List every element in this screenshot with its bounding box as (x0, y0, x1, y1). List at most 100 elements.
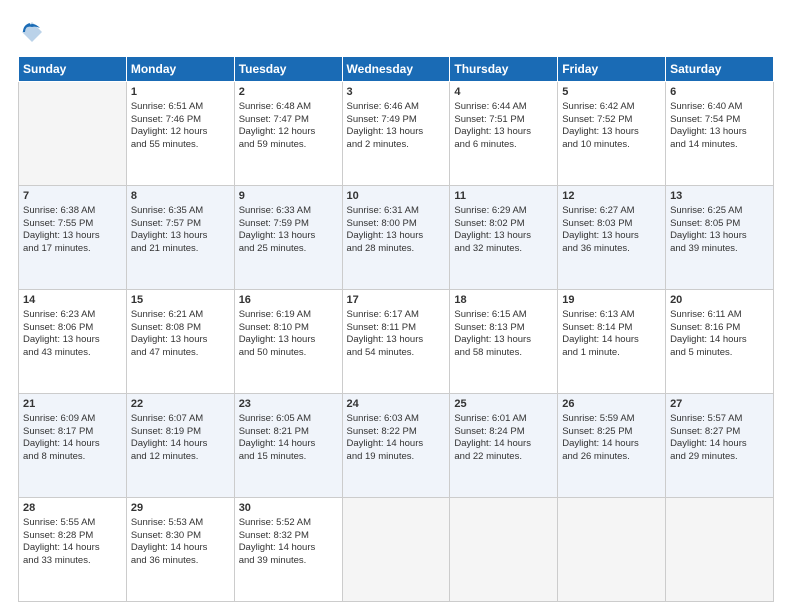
day-info-line: Daylight: 13 hours (670, 230, 769, 243)
day-info-line: Daylight: 13 hours (347, 126, 446, 139)
day-info-line: and 55 minutes. (131, 139, 230, 152)
day-info-line: Sunset: 8:24 PM (454, 426, 553, 439)
day-number: 16 (239, 293, 338, 308)
calendar-cell: 7Sunrise: 6:38 AMSunset: 7:55 PMDaylight… (19, 186, 127, 290)
day-info-line: Daylight: 14 hours (670, 438, 769, 451)
day-info-line: Daylight: 14 hours (670, 334, 769, 347)
day-number: 4 (454, 85, 553, 100)
day-number: 28 (23, 501, 122, 516)
calendar-header-saturday: Saturday (666, 57, 774, 82)
day-info-line: Sunset: 8:14 PM (562, 322, 661, 335)
day-info-line: Sunrise: 6:17 AM (347, 309, 446, 322)
calendar-cell: 5Sunrise: 6:42 AMSunset: 7:52 PMDaylight… (558, 82, 666, 186)
day-info-line: Sunset: 8:28 PM (23, 530, 122, 543)
day-info-line: Sunrise: 6:15 AM (454, 309, 553, 322)
day-info-line: and 39 minutes. (239, 555, 338, 568)
calendar-cell: 26Sunrise: 5:59 AMSunset: 8:25 PMDayligh… (558, 394, 666, 498)
day-info-line: Sunrise: 6:13 AM (562, 309, 661, 322)
calendar-cell: 15Sunrise: 6:21 AMSunset: 8:08 PMDayligh… (126, 290, 234, 394)
calendar-cell: 24Sunrise: 6:03 AMSunset: 8:22 PMDayligh… (342, 394, 450, 498)
day-info-line: Sunset: 7:59 PM (239, 218, 338, 231)
day-info-line: Sunrise: 6:51 AM (131, 101, 230, 114)
day-info-line: Sunrise: 6:27 AM (562, 205, 661, 218)
day-info-line: Sunrise: 5:53 AM (131, 517, 230, 530)
day-info-line: and 22 minutes. (454, 451, 553, 464)
day-number: 23 (239, 397, 338, 412)
day-info-line: Daylight: 14 hours (131, 542, 230, 555)
day-info-line: Sunrise: 6:40 AM (670, 101, 769, 114)
day-info-line: Sunset: 8:25 PM (562, 426, 661, 439)
calendar-cell (558, 498, 666, 602)
day-info-line: and 39 minutes. (670, 243, 769, 256)
day-number: 1 (131, 85, 230, 100)
day-number: 11 (454, 189, 553, 204)
day-info-line: Sunrise: 6:03 AM (347, 413, 446, 426)
calendar-cell: 22Sunrise: 6:07 AMSunset: 8:19 PMDayligh… (126, 394, 234, 498)
day-info-line: Sunset: 8:16 PM (670, 322, 769, 335)
day-info-line: Daylight: 13 hours (562, 126, 661, 139)
day-number: 27 (670, 397, 769, 412)
day-info-line: Daylight: 13 hours (239, 230, 338, 243)
day-info-line: and 12 minutes. (131, 451, 230, 464)
logo-icon (18, 18, 46, 46)
day-number: 14 (23, 293, 122, 308)
day-info-line: Sunrise: 6:46 AM (347, 101, 446, 114)
day-info-line: Sunrise: 6:25 AM (670, 205, 769, 218)
day-info-line: Sunrise: 5:59 AM (562, 413, 661, 426)
day-info-line: and 58 minutes. (454, 347, 553, 360)
day-info-line: and 32 minutes. (454, 243, 553, 256)
day-info-line: Sunset: 8:32 PM (239, 530, 338, 543)
day-number: 2 (239, 85, 338, 100)
calendar-cell: 3Sunrise: 6:46 AMSunset: 7:49 PMDaylight… (342, 82, 450, 186)
day-info-line: Sunrise: 6:21 AM (131, 309, 230, 322)
day-info-line: Sunset: 7:55 PM (23, 218, 122, 231)
day-info-line: and 2 minutes. (347, 139, 446, 152)
day-info-line: Daylight: 13 hours (347, 334, 446, 347)
day-info-line: Daylight: 13 hours (23, 334, 122, 347)
day-info-line: Sunset: 8:22 PM (347, 426, 446, 439)
day-number: 24 (347, 397, 446, 412)
day-number: 8 (131, 189, 230, 204)
day-info-line: Sunrise: 6:38 AM (23, 205, 122, 218)
day-number: 7 (23, 189, 122, 204)
calendar-cell (342, 498, 450, 602)
day-number: 6 (670, 85, 769, 100)
calendar-cell (450, 498, 558, 602)
day-info-line: Sunset: 7:52 PM (562, 114, 661, 127)
day-info-line: Sunrise: 6:44 AM (454, 101, 553, 114)
calendar-cell: 30Sunrise: 5:52 AMSunset: 8:32 PMDayligh… (234, 498, 342, 602)
day-number: 30 (239, 501, 338, 516)
calendar-cell: 8Sunrise: 6:35 AMSunset: 7:57 PMDaylight… (126, 186, 234, 290)
day-info-line: and 36 minutes. (562, 243, 661, 256)
calendar-cell: 28Sunrise: 5:55 AMSunset: 8:28 PMDayligh… (19, 498, 127, 602)
day-info-line: Daylight: 14 hours (239, 438, 338, 451)
day-info-line: and 6 minutes. (454, 139, 553, 152)
day-number: 5 (562, 85, 661, 100)
day-info-line: Sunset: 8:00 PM (347, 218, 446, 231)
day-info-line: Sunset: 8:02 PM (454, 218, 553, 231)
day-number: 18 (454, 293, 553, 308)
day-info-line: Sunset: 8:03 PM (562, 218, 661, 231)
day-info-line: Daylight: 14 hours (562, 334, 661, 347)
header (18, 18, 774, 46)
day-number: 26 (562, 397, 661, 412)
calendar-cell: 11Sunrise: 6:29 AMSunset: 8:02 PMDayligh… (450, 186, 558, 290)
day-info-line: Sunrise: 6:19 AM (239, 309, 338, 322)
day-info-line: Daylight: 13 hours (454, 126, 553, 139)
day-number: 21 (23, 397, 122, 412)
day-info-line: and 1 minute. (562, 347, 661, 360)
day-info-line: and 26 minutes. (562, 451, 661, 464)
day-info-line: Daylight: 14 hours (347, 438, 446, 451)
calendar-cell (666, 498, 774, 602)
day-info-line: Sunset: 8:17 PM (23, 426, 122, 439)
day-number: 3 (347, 85, 446, 100)
calendar-header-row: SundayMondayTuesdayWednesdayThursdayFrid… (19, 57, 774, 82)
day-info-line: Sunset: 8:06 PM (23, 322, 122, 335)
day-info-line: and 54 minutes. (347, 347, 446, 360)
day-info-line: Sunrise: 6:33 AM (239, 205, 338, 218)
day-info-line: and 29 minutes. (670, 451, 769, 464)
day-info-line: Daylight: 13 hours (454, 230, 553, 243)
day-info-line: Sunset: 7:49 PM (347, 114, 446, 127)
logo (18, 18, 50, 46)
day-info-line: Sunrise: 5:57 AM (670, 413, 769, 426)
